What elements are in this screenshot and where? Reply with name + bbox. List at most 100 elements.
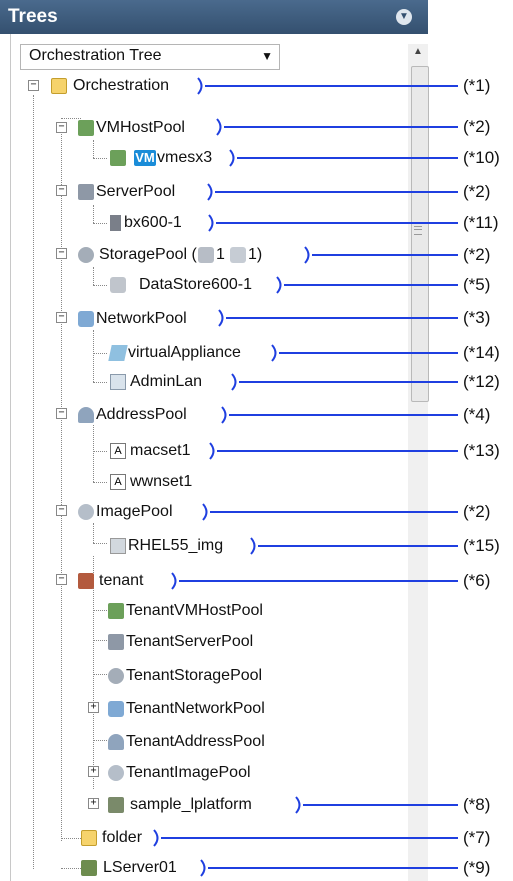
server-icon	[110, 215, 121, 231]
collapse-node-icon[interactable]: −	[56, 574, 67, 585]
tree-connector	[93, 740, 107, 741]
collapse-node-icon[interactable]: −	[56, 505, 67, 516]
node-label: folder	[102, 829, 143, 846]
scroll-up-icon[interactable]: ▲	[413, 46, 423, 57]
panel-title: Trees	[8, 6, 58, 27]
chevron-down-icon: ▼	[261, 49, 273, 63]
tree-type-dropdown[interactable]: Orchestration Tree ▼	[20, 44, 280, 70]
collapse-node-icon[interactable]: −	[56, 312, 67, 323]
volume-icon	[230, 247, 246, 263]
annotation-label: (*3)	[463, 308, 491, 327]
server-pool-icon	[78, 184, 94, 200]
vm-badge: VM	[134, 150, 156, 166]
node-label: virtualAppliance	[128, 344, 241, 361]
annotation-label: (*8)	[463, 795, 491, 814]
tree-connector	[93, 674, 107, 675]
image-icon	[110, 538, 126, 554]
node-label: RHEL55_img	[128, 537, 224, 554]
node-label: bx600-1	[124, 214, 182, 231]
tree-connector	[33, 95, 34, 869]
tenant-icon	[78, 573, 94, 589]
annotation-label: (*2)	[463, 182, 491, 201]
network-icon	[110, 374, 126, 390]
annotation-label: (*10)	[463, 148, 500, 167]
annotation-label: (*7)	[463, 828, 491, 847]
address-set-icon: A	[110, 474, 126, 490]
address-pool-icon	[78, 407, 94, 423]
tree-connector	[93, 353, 107, 354]
storage-count: 1	[216, 246, 225, 263]
annotation-label: (*9)	[463, 858, 491, 877]
tree-connector	[93, 330, 94, 382]
node-label: wwnset1	[130, 473, 193, 490]
folder-icon	[51, 78, 67, 94]
annotation-label: (*6)	[463, 571, 491, 590]
node-label: macset1	[130, 442, 191, 459]
expand-node-icon[interactable]: +	[88, 798, 99, 809]
tree-connector	[93, 543, 107, 544]
collapse-node-icon[interactable]: −	[56, 408, 67, 419]
annotation-label: (*11)	[463, 213, 499, 232]
datastore-icon	[110, 277, 126, 293]
folder-icon	[81, 830, 97, 846]
tree-connector	[61, 868, 81, 869]
node-label: TenantAddressPool	[126, 733, 265, 750]
node-label: StoragePool (	[99, 246, 197, 263]
virtual-appliance-icon	[108, 345, 128, 361]
node-label: AddressPool	[96, 406, 187, 423]
annotation-label: (*5)	[463, 275, 491, 294]
expand-node-icon[interactable]: +	[88, 766, 99, 777]
node-label: TenantStoragePool	[126, 667, 263, 684]
tree-connector	[93, 640, 107, 641]
vm-host-icon	[110, 150, 126, 166]
disk-icon	[198, 247, 214, 263]
tree-connector	[93, 223, 107, 224]
storage-count: 1)	[248, 246, 263, 263]
node-label: TenantVMHostPool	[126, 602, 263, 619]
annotation-label: (*2)	[463, 502, 491, 521]
scrollbar-grip-icon	[414, 226, 422, 235]
image-pool-icon	[78, 504, 94, 520]
node-label: NetworkPool	[96, 310, 187, 327]
tree-connector	[61, 838, 81, 839]
annotation-label: (*14)	[463, 343, 500, 362]
annotation-label: (*15)	[463, 536, 500, 555]
network-pool-icon	[78, 311, 94, 327]
collapse-node-icon[interactable]: −	[28, 80, 39, 91]
vm-host-pool-icon	[78, 120, 94, 136]
network-pool-icon	[108, 701, 124, 717]
tree-connector	[93, 451, 107, 452]
annotation-label: (*2)	[463, 245, 491, 264]
annotation-label: (*4)	[463, 405, 491, 424]
server-pool-icon	[108, 634, 124, 650]
node-label: sample_lplatform	[130, 796, 252, 813]
vm-host-pool-icon	[108, 603, 124, 619]
tree-connector	[61, 134, 62, 841]
node-label: AdminLan	[130, 373, 203, 390]
node-label: TenantServerPool	[126, 633, 254, 650]
node-label: Orchestration	[73, 77, 170, 94]
tree-connector	[93, 523, 94, 543]
address-pool-icon	[108, 734, 124, 750]
image-pool-icon	[108, 765, 124, 781]
node-label: LServer01	[103, 859, 177, 876]
collapse-node-icon[interactable]: −	[56, 248, 67, 259]
node-label: ServerPool	[96, 183, 176, 200]
lplatform-icon	[108, 797, 124, 813]
node-label: vmesx3	[157, 149, 213, 166]
collapse-node-icon[interactable]: −	[56, 122, 67, 133]
tree-connector	[93, 382, 107, 383]
tree-connector	[93, 610, 107, 611]
tree-connector	[93, 556, 94, 789]
tree-connector	[93, 482, 107, 483]
storage-pool-icon	[78, 247, 94, 263]
tree-panel	[10, 34, 429, 881]
collapse-icon[interactable]: ▼	[396, 9, 412, 25]
annotation-label: (*13)	[463, 441, 500, 460]
node-label: TenantImagePool	[126, 764, 251, 781]
annotation-label: (*2)	[463, 117, 491, 136]
collapse-node-icon[interactable]: −	[56, 185, 67, 196]
tree-connector	[93, 205, 94, 223]
expand-node-icon[interactable]: +	[88, 702, 99, 713]
storage-pool-icon	[108, 668, 124, 684]
